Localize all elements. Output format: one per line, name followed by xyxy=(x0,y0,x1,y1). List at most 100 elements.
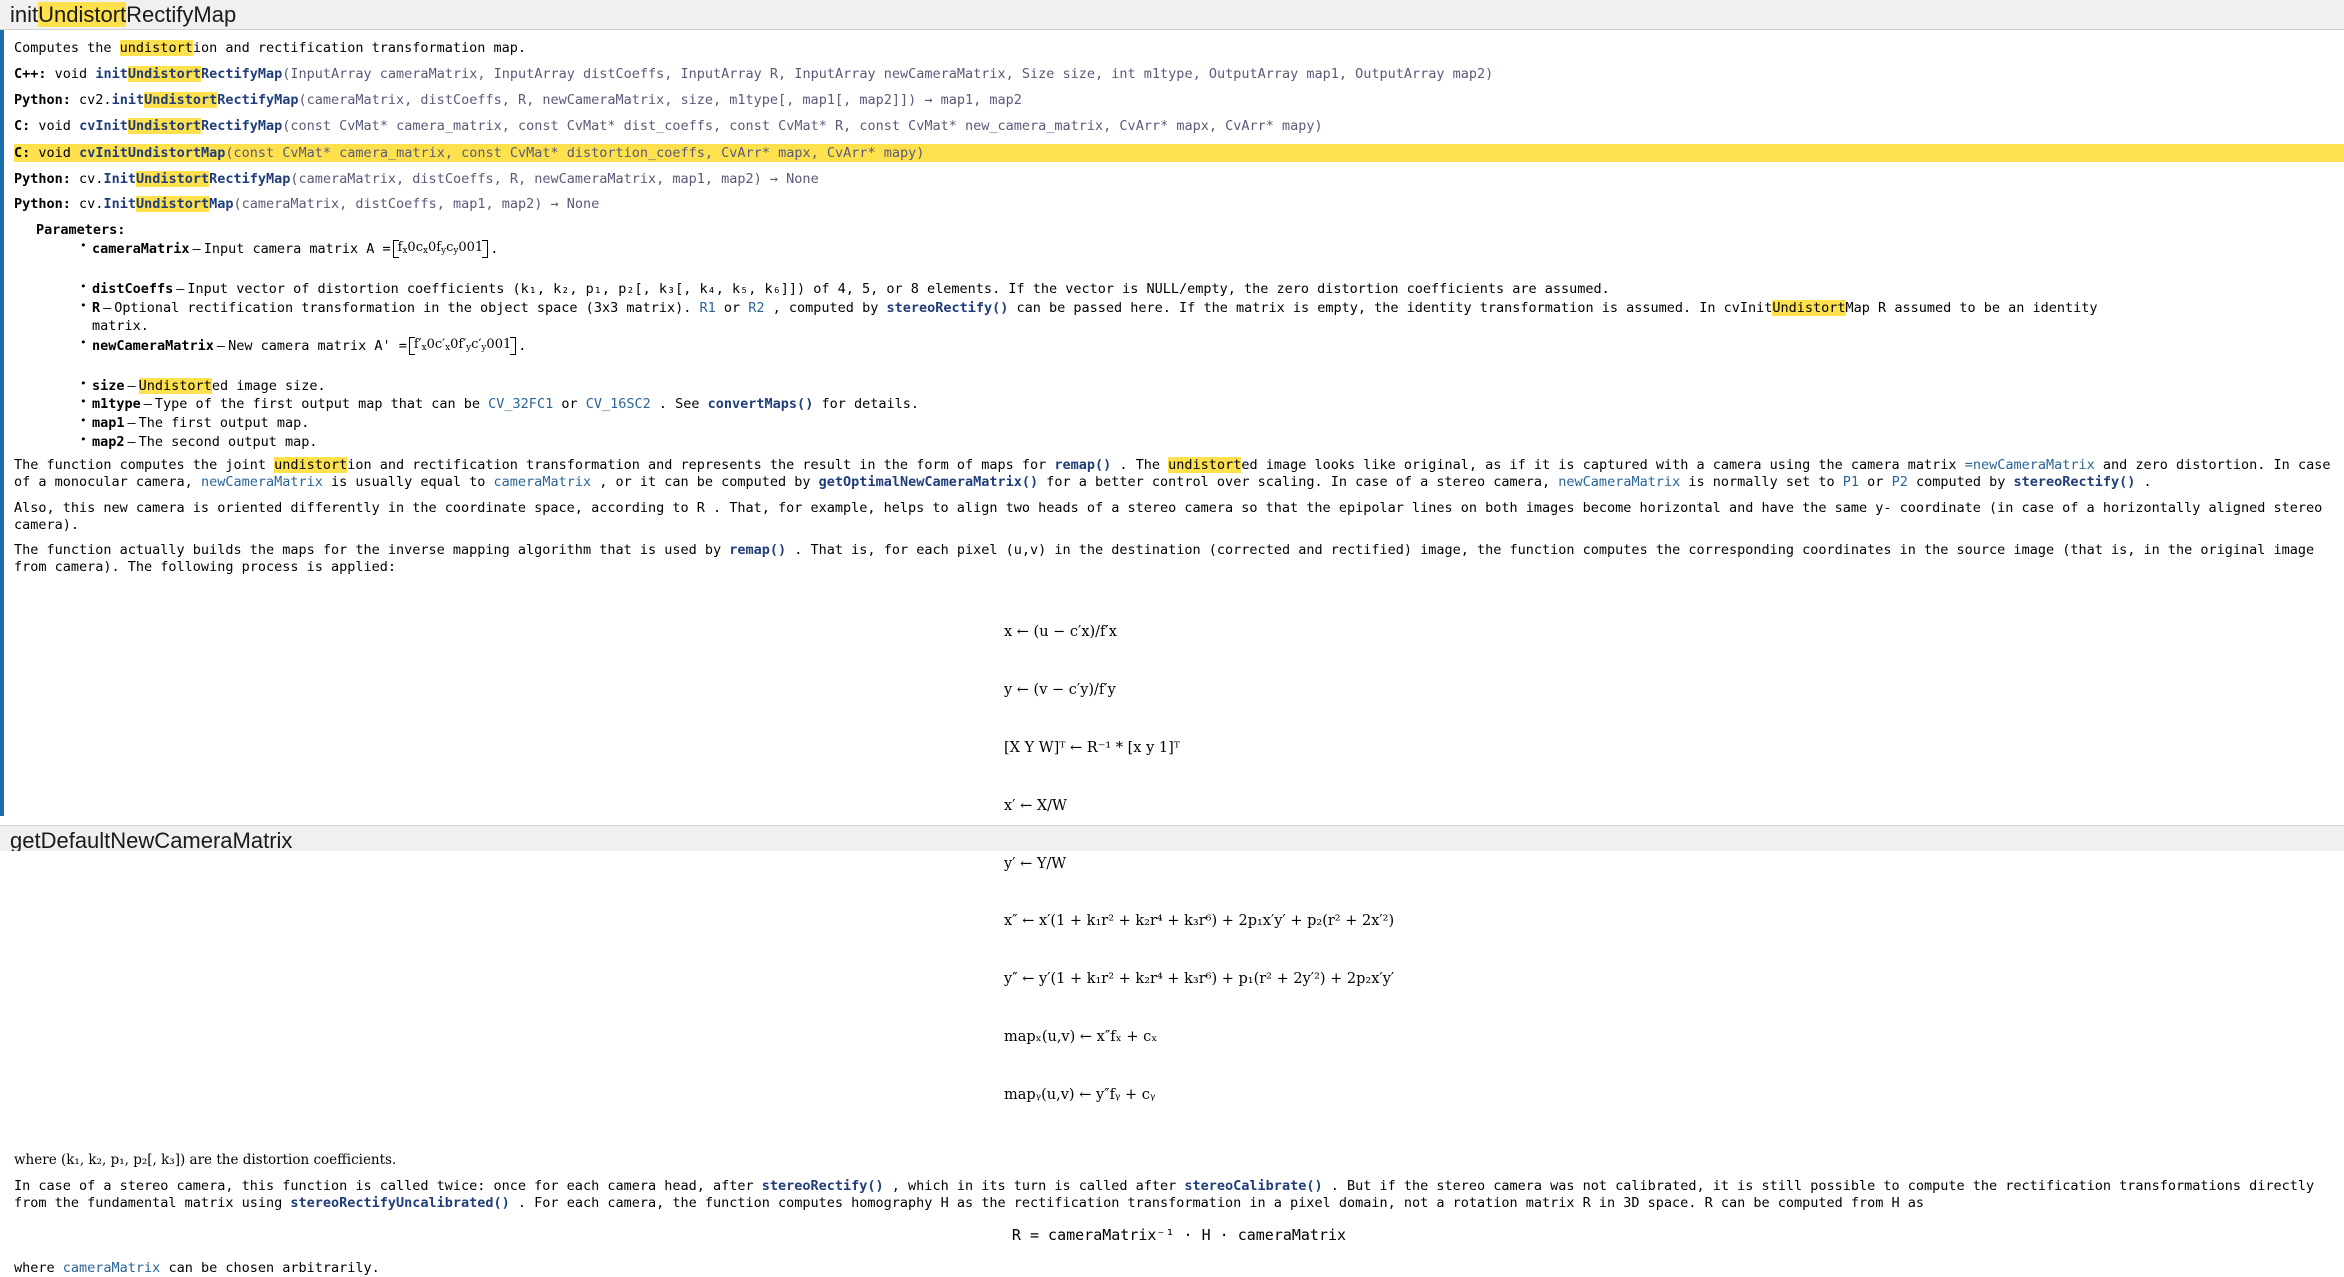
parameters-label: Parameters: xyxy=(36,222,126,239)
param-map1: map1–The first output map. xyxy=(80,414,2344,433)
param-size: size–Undistorted image size. xyxy=(80,377,2344,396)
signature-return-type: void xyxy=(38,117,71,134)
param-desc: The first output map. xyxy=(138,414,310,431)
ref-CV_16SC2[interactable]: CV_16SC2 xyxy=(586,396,651,412)
section-header: initUndistortRectifyMap xyxy=(0,0,2344,30)
param-desc: Optional rectification transformation in… xyxy=(114,299,2098,316)
fn-post: RectifyMap xyxy=(209,170,291,187)
ref-remap-2[interactable]: remap() xyxy=(729,542,786,558)
signature-lang-label: Python: xyxy=(14,170,71,187)
ref-stereoCalibrate[interactable]: stereoCalibrate() xyxy=(1184,1178,1322,1194)
signature-function-name: cvInitUndistortRectifyMap xyxy=(79,117,283,134)
param-name: cameraMatrix xyxy=(92,241,190,258)
signature-args: (const CvMat* camera_matrix, const CvMat… xyxy=(225,144,925,161)
p5-d: . For each camera, the function computes… xyxy=(509,1194,1925,1211)
body-paragraph-6: where cameraMatrix can be chosen arbitra… xyxy=(14,1260,2344,1277)
param-desc: ed image size. xyxy=(211,377,326,394)
fn-highlight: Undistort xyxy=(127,144,201,161)
ref-R1[interactable]: R1 xyxy=(699,300,715,316)
body-paragraph-4: where (k₁, k₂, p₁, p₂[, k₃]) are the dis… xyxy=(14,1151,397,1168)
param-name: map2 xyxy=(92,433,125,450)
ref-P1[interactable]: P1 xyxy=(1843,474,1859,490)
page-title: initUndistortRectifyMap xyxy=(10,2,236,27)
p3-a: The function actually builds the maps fo… xyxy=(14,542,730,559)
signature-lang-label: Python: xyxy=(14,91,71,108)
ref-newCameraMatrix-eq[interactable]: =newCameraMatrix xyxy=(1965,457,2095,473)
fn-highlight: Undistort xyxy=(135,196,210,213)
ref-P2[interactable]: P2 xyxy=(1892,474,1908,490)
ref-R2[interactable]: R2 xyxy=(748,300,764,316)
page-title-highlight: Undistort xyxy=(38,2,127,27)
param-desc-highlight: Undistort xyxy=(138,377,212,394)
signature-return-type: void xyxy=(54,65,88,82)
p5-a: In case of a stereo camera, this functio… xyxy=(14,1177,762,1194)
fn-post: RectifyMap xyxy=(201,117,283,134)
fn-post: Map xyxy=(201,144,226,161)
page-title-suffix: RectifyMap xyxy=(126,2,237,27)
ref-stereoRectifyUncalibrated[interactable]: stereoRectifyUncalibrated() xyxy=(290,1195,509,1211)
param-name: distCoeffs xyxy=(92,281,174,298)
summary-paragraph: Computes the undistortion and rectificat… xyxy=(14,40,2344,57)
signature-function-name: InitUndistortMap xyxy=(103,196,234,213)
signature-args: (cameraMatrix, distCoeffs, R, newCameraM… xyxy=(298,91,1022,108)
signature-function-name: initUndistortRectifyMap xyxy=(112,91,299,108)
p1-highlight-2: undistort xyxy=(1168,457,1242,474)
signature-return-type: void xyxy=(38,144,71,161)
p1-g: , or it can be computed by xyxy=(591,474,819,491)
signature-module: cv2. xyxy=(79,91,112,108)
param-desc: Type of the first output map that can be… xyxy=(154,396,919,413)
ref-remap[interactable]: remap() xyxy=(1054,457,1111,473)
formula-line: y′ ← Y/W xyxy=(1004,855,1067,872)
p1-j: or xyxy=(1859,474,1892,491)
param-R: R–Optional rectification transformation … xyxy=(80,299,2344,336)
formula-line: x′ ← X/W xyxy=(1004,797,1067,814)
ref-convertMaps[interactable]: convertMaps() xyxy=(708,396,814,412)
param-name: map1 xyxy=(92,414,125,431)
formula-line: y ← (v − c′y)/f′y xyxy=(1004,682,1116,699)
mono-cameraMatrix-2: cameraMatrix xyxy=(62,1260,161,1277)
camera-matrix-math: fx0cx0fycy001 xyxy=(392,240,489,258)
formula-line: mapᵧ(u,v) ← y″fᵧ + cᵧ xyxy=(1004,1086,1156,1103)
param-desc-post: . xyxy=(518,337,527,354)
param-newCameraMatrix: newCameraMatrix–New camera matrix A' =f′… xyxy=(80,336,2344,377)
fn-pre: cvInit xyxy=(79,117,128,134)
fn-highlight: Undistort xyxy=(127,117,201,134)
summary-prefix: Computes the xyxy=(14,40,120,56)
param-desc-continuation: matrix. xyxy=(92,318,149,335)
ref-getOptimalNewCameraMatrix[interactable]: getOptimalNewCameraMatrix() xyxy=(819,474,1038,490)
body-paragraph-2: Also, this new camera is oriented differ… xyxy=(14,499,2323,533)
signature-module: cv. xyxy=(79,196,104,213)
param-desc: New camera matrix A' = xyxy=(228,337,407,354)
formula-line: y″ ← y′(1 + k₁r² + k₂r⁴ + k₃r⁶) + p₁(r² … xyxy=(1004,971,1395,988)
signature-lang-label: C: xyxy=(14,144,31,161)
p5-b: , which in its turn is called after xyxy=(883,1177,1185,1194)
signature-python-3: Python: cv.InitUndistortMap(cameraMatrix… xyxy=(14,196,2344,213)
signature-lang-label: Python: xyxy=(14,196,71,213)
signature-function-name: InitUndistortRectifyMap xyxy=(103,170,291,187)
summary-highlight: undistort xyxy=(119,40,193,56)
param-desc: Input camera matrix A = xyxy=(203,241,391,258)
ref-stereoRectify-2[interactable]: stereoRectify() xyxy=(2014,474,2136,490)
signature-c-1: C: void cvInitUndistortRectifyMap(const … xyxy=(14,117,2344,135)
p1-c: . The xyxy=(1111,457,1169,474)
inline-highlight: Undistort xyxy=(1772,299,1846,316)
ref-stereoRectify[interactable]: stereoRectify() xyxy=(886,300,1008,316)
param-m1type: m1type–Type of the first output map that… xyxy=(80,395,2344,414)
signature-args: (cameraMatrix, distCoeffs, map1, map2) →… xyxy=(233,196,600,213)
p6-b: can be chosen arbitrarily. xyxy=(160,1260,380,1277)
ref-stereoRectify-3[interactable]: stereoRectify() xyxy=(762,1178,884,1194)
p1-l: . xyxy=(2135,474,2152,491)
param-name: R xyxy=(92,299,101,316)
p1-i: is normally set to xyxy=(1680,474,1843,491)
footer-page-title: getDefaultNewCameraMatrix xyxy=(10,828,293,851)
mono-cameraMatrix: cameraMatrix xyxy=(493,474,592,491)
p1-h: for a better control over scaling. In ca… xyxy=(1038,474,1559,491)
summary-suffix: ion and rectification transformation map… xyxy=(192,40,527,56)
formula-line: x ← (u − c′x)/f′x xyxy=(1004,624,1117,641)
body-paragraph-1: The function computes the joint undistor… xyxy=(14,457,2344,492)
p6-a: where xyxy=(14,1260,63,1277)
fn-pre: Init xyxy=(103,196,136,213)
ref-CV_32FC1[interactable]: CV_32FC1 xyxy=(488,396,553,412)
fn-pre: init xyxy=(95,65,128,82)
signature-args: (const CvMat* camera_matrix, const CvMat… xyxy=(282,117,1323,134)
